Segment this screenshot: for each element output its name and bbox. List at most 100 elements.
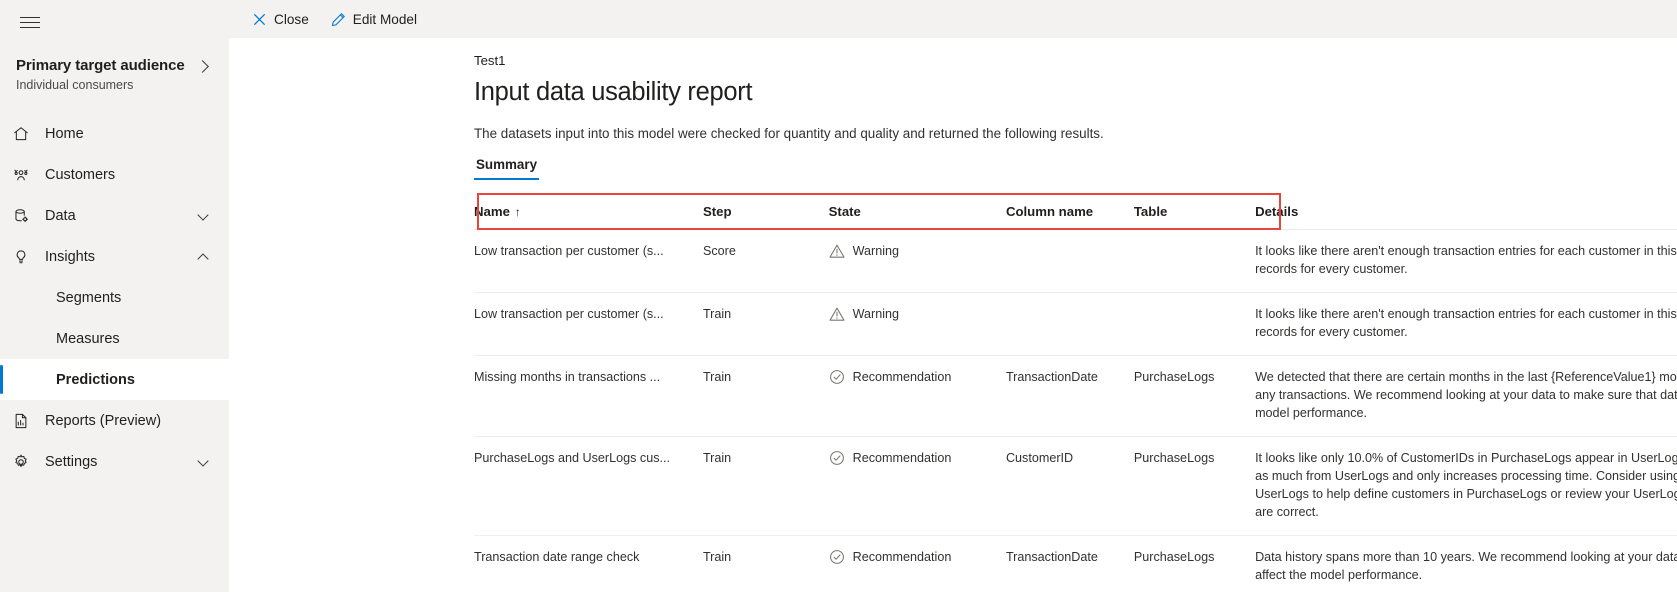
check-circle-icon xyxy=(829,548,845,565)
status-badge: Warning xyxy=(829,305,1006,323)
cell-details: We detected that there are certain month… xyxy=(1255,355,1677,438)
cell-details: Data history spans more than 10 years. W… xyxy=(1255,535,1677,592)
app-root: Primary target audience Individual consu… xyxy=(0,0,1677,592)
chevron-up-icon[interactable] xyxy=(197,253,209,265)
cell-details: It looks like only 10.0% of CustomerIDs … xyxy=(1255,436,1677,537)
cell-name: Missing months in transactions ... xyxy=(474,355,703,438)
column-header-state[interactable]: State xyxy=(828,192,1006,231)
cell-table: PurchaseLogs xyxy=(1133,355,1256,438)
sidebar-item-label: Settings xyxy=(45,453,98,470)
sidebar-item-predictions[interactable]: Predictions xyxy=(0,359,229,400)
table-body: Low transaction per customer (s... Score W… xyxy=(474,229,1677,592)
state-label: Recommendation xyxy=(852,370,952,385)
cell-state: Warning xyxy=(828,229,1006,294)
sidebar-item-insights[interactable]: Insights xyxy=(0,236,229,277)
table-row[interactable]: Missing months in transactions ... Train R… xyxy=(474,355,1677,438)
cell-table xyxy=(1133,229,1256,294)
column-header-details[interactable]: Details xyxy=(1255,192,1677,231)
chevron-down-icon[interactable] xyxy=(197,455,209,467)
check-circle-icon xyxy=(829,368,845,385)
usability-report-table: Name ↑ Step State Column name Table Detai… xyxy=(474,192,1677,592)
cell-state: Recommendation xyxy=(828,355,1006,438)
report-icon xyxy=(12,412,42,430)
cell-step: Train xyxy=(702,355,829,438)
sidebar-item-home[interactable]: Home xyxy=(0,113,229,154)
status-badge: Recommendation xyxy=(829,548,1006,566)
status-badge: Warning xyxy=(829,242,1006,260)
hamburger-icon[interactable] xyxy=(6,2,54,42)
check-circle-icon xyxy=(829,449,845,466)
state-label: Recommendation xyxy=(852,451,952,466)
state-label: Warning xyxy=(852,307,900,322)
cell-column-name xyxy=(1005,292,1134,357)
table-row[interactable]: Transaction date range check Train Recomme… xyxy=(474,535,1677,592)
sort-ascending-icon: ↑ xyxy=(514,205,521,220)
sidebar-item-label: Insights xyxy=(45,248,95,265)
lightbulb-icon xyxy=(12,248,42,266)
cell-column-name: CustomerID xyxy=(1005,436,1134,537)
cell-column-name: TransactionDate xyxy=(1005,535,1134,592)
page-description: The datasets input into this model were … xyxy=(474,126,1104,142)
table-row[interactable]: Low transaction per customer (s... Score W… xyxy=(474,229,1677,294)
page-title: Input data usability report xyxy=(474,78,753,106)
cell-table: PurchaseLogs xyxy=(1133,535,1256,592)
home-icon xyxy=(12,125,42,143)
sidebar-item-measures[interactable]: Measures xyxy=(0,318,229,359)
cell-step: Train xyxy=(702,436,829,537)
people-icon xyxy=(12,166,42,184)
main-region: Close Edit Model Test1 Input data usabil… xyxy=(229,0,1677,592)
table-row[interactable]: Low transaction per customer (s... Train W… xyxy=(474,292,1677,357)
tab-list: Summary xyxy=(474,157,1677,181)
column-header-name-label: Name xyxy=(474,204,510,220)
command-bar: Close Edit Model xyxy=(229,0,1677,38)
sidebar-item-label: Reports (Preview) xyxy=(45,412,162,429)
cell-step: Train xyxy=(702,292,829,357)
cell-state: Warning xyxy=(828,292,1006,357)
edit-model-button-label: Edit Model xyxy=(352,11,417,27)
cell-table: PurchaseLogs xyxy=(1133,436,1256,537)
edit-model-button[interactable]: Edit Model xyxy=(322,4,426,34)
table-row[interactable]: PurchaseLogs and UserLogs cus... Train Rec… xyxy=(474,436,1677,537)
column-header-column-name[interactable]: Column name xyxy=(1005,192,1134,231)
cell-column-name xyxy=(1005,229,1134,294)
sidebar-item-segments[interactable]: Segments xyxy=(0,277,229,318)
sidebar-item-reports-preview[interactable]: Reports (Preview) xyxy=(0,400,229,441)
sidebar-item-label: Data xyxy=(45,207,76,224)
column-header-name[interactable]: Name ↑ xyxy=(474,192,703,231)
column-header-table[interactable]: Table xyxy=(1133,192,1256,231)
status-badge: Recommendation xyxy=(829,368,1006,386)
cell-name: Low transaction per customer (s... xyxy=(474,229,703,294)
cell-state: Recommendation xyxy=(828,436,1006,537)
close-button[interactable]: Close xyxy=(243,4,318,34)
close-icon xyxy=(253,13,266,25)
tab-summary[interactable]: Summary xyxy=(474,157,540,181)
warning-icon xyxy=(829,242,845,259)
cell-name: Low transaction per customer (s... xyxy=(474,292,703,357)
sidebar-item-label: Predictions xyxy=(56,371,135,388)
cell-state: Recommendation xyxy=(828,535,1006,592)
primary-target-audience-selector[interactable]: Primary target audience Individual consu… xyxy=(0,42,229,105)
sidebar-item-label: Home xyxy=(45,125,84,142)
cell-table xyxy=(1133,292,1256,357)
warning-icon xyxy=(829,305,845,322)
status-badge: Recommendation xyxy=(829,449,1006,467)
state-label: Recommendation xyxy=(852,550,952,565)
sidebar-item-label: Measures xyxy=(56,330,120,347)
sidebar-item-data[interactable]: Data xyxy=(0,195,229,236)
column-header-step[interactable]: Step xyxy=(702,192,829,231)
table-header-row: Name ↑ Step State Column name Table Detai… xyxy=(474,192,1677,231)
cell-column-name: TransactionDate xyxy=(1005,355,1134,438)
cell-name: PurchaseLogs and UserLogs cus... xyxy=(474,436,703,537)
sidebar-item-customers[interactable]: Customers xyxy=(0,154,229,195)
database-icon xyxy=(12,207,42,225)
chevron-down-icon[interactable] xyxy=(197,209,209,221)
cell-step: Score xyxy=(702,229,829,294)
cell-details: It looks like there aren't enough transa… xyxy=(1255,229,1677,294)
breadcrumb[interactable]: Test1 xyxy=(474,52,1677,70)
sidebar-item-settings[interactable]: Settings xyxy=(0,441,229,482)
sidebar-item-label: Segments xyxy=(56,289,122,306)
pencil-icon xyxy=(331,12,345,26)
gear-icon xyxy=(12,453,42,471)
audience-title: Primary target audience xyxy=(16,57,185,74)
cell-step: Train xyxy=(702,535,829,592)
